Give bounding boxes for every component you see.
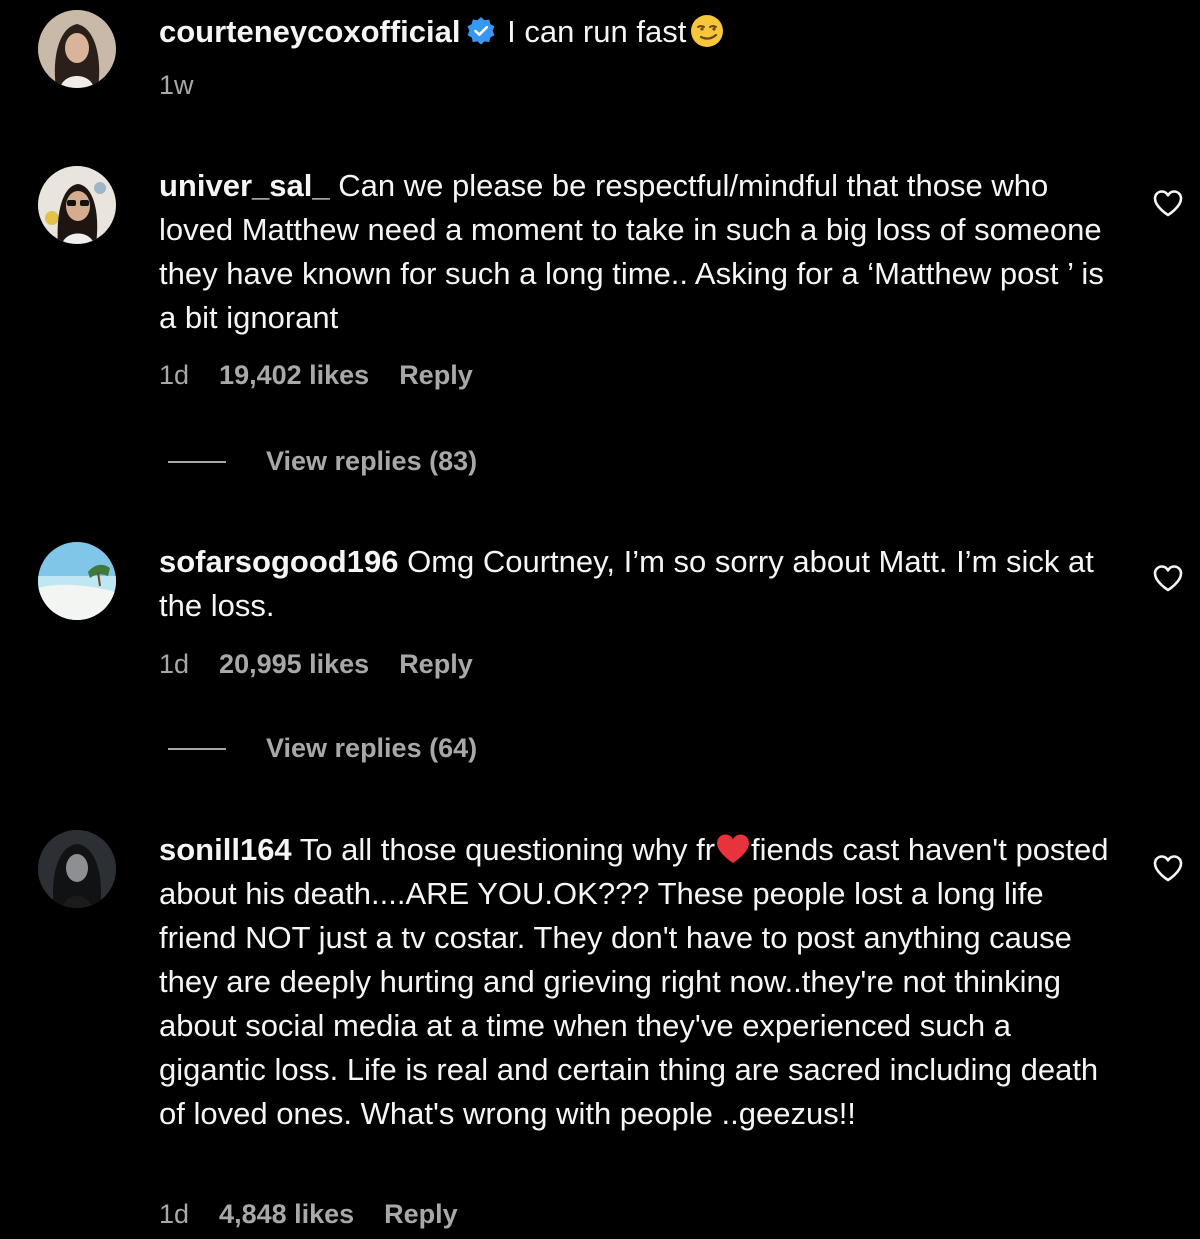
divider-line [168, 460, 226, 463]
divider-line [168, 747, 226, 750]
avatar-sonill164[interactable] [38, 830, 116, 908]
avatar-courteneycoxofficial[interactable] [38, 10, 116, 88]
view-replies-button[interactable]: View replies (64) [168, 733, 477, 764]
view-replies-button[interactable]: View replies (83) [168, 446, 477, 477]
red-heart-emoji [715, 833, 751, 865]
caption-username[interactable]: courteneycoxofficial [159, 14, 460, 49]
comment-text: univer_sal_ Can we please be respectful/… [159, 164, 1109, 340]
comment-text: sofarsogood196 Omg Courtney, I’m so sorr… [159, 540, 1109, 628]
reply-button[interactable]: Reply [399, 649, 473, 680]
caption-meta: 1w [159, 70, 224, 101]
comment-time: 1d [159, 360, 190, 390]
comment-meta: 1d 20,995 likes Reply [159, 649, 473, 680]
comment-time: 1d [159, 649, 190, 679]
caption-time: 1w [159, 70, 194, 100]
view-replies-label: View replies (64) [266, 733, 478, 763]
heart-outline-icon[interactable] [1152, 563, 1184, 593]
avatar-univer_sal_[interactable] [38, 166, 116, 244]
comment-meta: 1d 4,848 likes Reply [159, 1199, 458, 1230]
verified-badge-icon [466, 14, 496, 45]
comment-body-start: To all those questioning why fr [299, 832, 716, 867]
avatar-sofarsogood196[interactable] [38, 542, 116, 620]
caption-text: courteneycoxofficial I can run fast [159, 10, 1109, 54]
comment-likes[interactable]: 4,848 likes [219, 1199, 354, 1230]
comment-username[interactable]: sofarsogood196 [159, 544, 398, 579]
reply-button[interactable]: Reply [384, 1199, 458, 1230]
comment-meta: 1d 19,402 likes Reply [159, 360, 473, 391]
comment-time: 1d [159, 1199, 190, 1229]
comments-feed: courteneycoxofficial I can run fast 1w u… [0, 0, 1200, 1239]
comment-likes[interactable]: 19,402 likes [219, 360, 369, 391]
reply-button[interactable]: Reply [399, 360, 473, 391]
smirking-face-emoji [690, 14, 724, 48]
comment-likes[interactable]: 20,995 likes [219, 649, 369, 680]
heart-outline-icon[interactable] [1152, 853, 1184, 883]
view-replies-label: View replies (83) [266, 446, 478, 476]
comment-body-end: fiends cast haven't posted about his dea… [159, 832, 1109, 1131]
comment-text: sonill164 To all those questioning why f… [159, 828, 1109, 1136]
comment-username[interactable]: univer_sal_ [159, 168, 330, 203]
heart-outline-icon[interactable] [1152, 188, 1184, 218]
caption-body: I can run fast [507, 14, 687, 49]
comment-username[interactable]: sonill164 [159, 832, 292, 867]
